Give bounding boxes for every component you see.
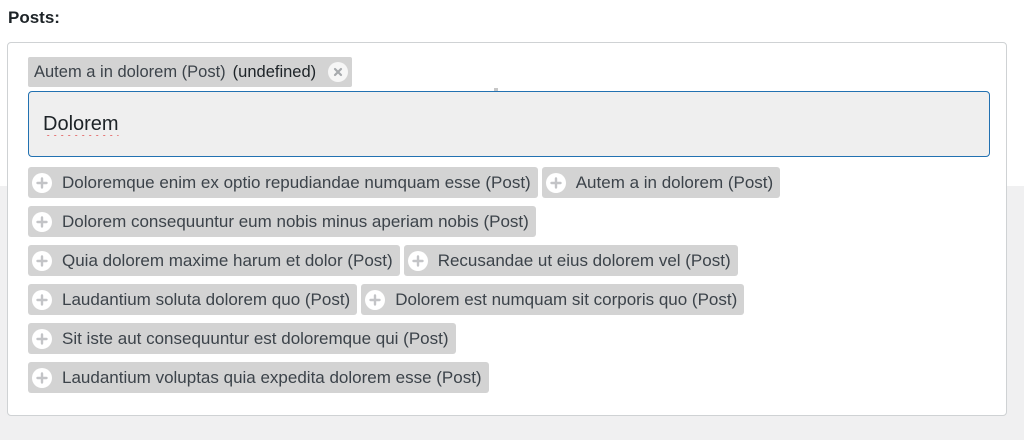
result-item[interactable]: Dolorem consequuntur eum nobis minus ape… — [28, 206, 536, 237]
selected-post-title: Autem a in dolorem (Post) — [34, 62, 226, 81]
plus-circle-icon — [32, 328, 52, 349]
result-row: Doloremque enim ex optio repudiandae num… — [28, 167, 988, 198]
field-label: Posts: — [8, 8, 60, 27]
result-item-label: Sit iste aut consequuntur est doloremque… — [62, 328, 449, 348]
plus-circle-icon — [32, 211, 52, 232]
result-row: Quia dolorem maxime harum et dolor (Post… — [28, 245, 988, 276]
search-results-list: Doloremque enim ex optio repudiandae num… — [28, 167, 988, 401]
result-row: Laudantium soluta dolorem quo (Post) Dolo… — [28, 284, 988, 315]
plus-circle-icon — [407, 250, 428, 271]
plus-circle-icon — [32, 172, 52, 193]
result-item-label: Quia dolorem maxime harum et dolor (Post… — [62, 250, 393, 270]
result-item[interactable]: Laudantium soluta dolorem quo (Post) — [28, 284, 358, 315]
post-search-input[interactable] — [28, 91, 990, 157]
plus-circle-icon — [32, 367, 52, 388]
result-item-label: Doloremque enim ex optio repudiandae num… — [62, 172, 531, 192]
result-item[interactable]: Laudantium voluptas quia expedita dolore… — [28, 362, 489, 393]
result-item[interactable]: Autem a in dolorem (Post) — [541, 167, 781, 198]
selected-post-type: (undefined) — [232, 62, 317, 81]
result-row: Sit iste aut consequuntur est doloremque… — [28, 323, 988, 354]
result-item[interactable]: Recusandae ut eius dolorem vel (Post) — [403, 245, 738, 276]
plus-circle-icon — [365, 289, 386, 310]
result-item-label: Autem a in dolorem (Post) — [575, 172, 774, 192]
result-item-label: Dolorem est numquam sit corporis quo (Po… — [395, 289, 738, 309]
result-item-label: Dolorem consequuntur eum nobis minus ape… — [62, 211, 529, 231]
result-item[interactable]: Dolorem est numquam sit corporis quo (Po… — [361, 284, 745, 315]
result-item-label: Laudantium soluta dolorem quo (Post) — [62, 289, 351, 309]
result-item[interactable]: Sit iste aut consequuntur est doloremque… — [28, 323, 456, 354]
result-item-label: Recusandae ut eius dolorem vel (Post) — [437, 250, 731, 270]
result-item[interactable]: Doloremque enim ex optio repudiandae num… — [28, 167, 538, 198]
result-row: Laudantium voluptas quia expedita dolore… — [28, 362, 988, 393]
result-item[interactable]: Quia dolorem maxime harum et dolor (Post… — [28, 245, 400, 276]
selected-post-chip: Autem a in dolorem (Post) (undefined) — [28, 57, 353, 87]
result-row: Dolorem consequuntur eum nobis minus ape… — [28, 206, 988, 237]
plus-circle-icon — [545, 172, 566, 193]
result-item-label: Laudantium voluptas quia expedita dolore… — [62, 367, 482, 387]
plus-circle-icon — [32, 289, 52, 310]
plus-circle-icon — [32, 250, 52, 271]
close-circle-icon[interactable] — [328, 62, 349, 82]
